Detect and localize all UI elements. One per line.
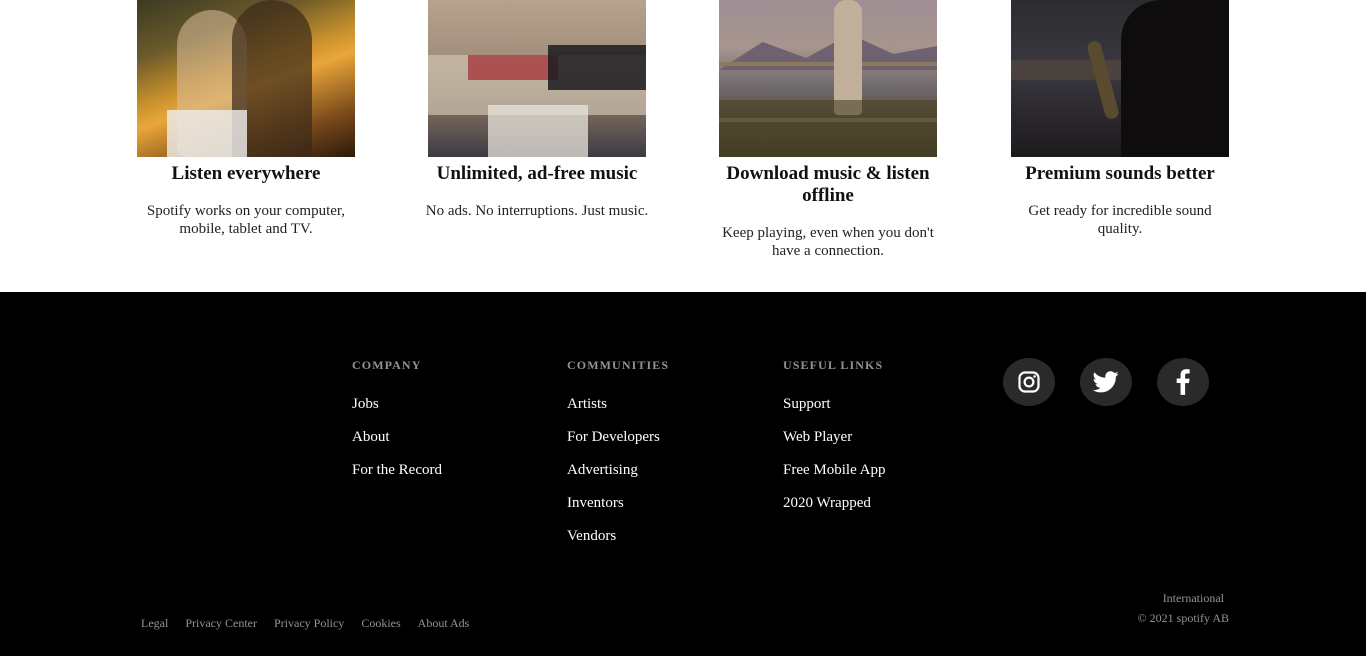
instagram-button[interactable] — [1003, 358, 1055, 406]
footer-link-web-player[interactable]: Web Player — [783, 429, 852, 445]
twitter-icon — [1093, 371, 1119, 393]
instagram-icon — [1018, 371, 1040, 393]
region-selector[interactable]: International — [1163, 591, 1224, 606]
legal-link-about-ads[interactable]: About Ads — [418, 616, 470, 631]
feature-card-download: Download music & listen offline Keep pla… — [719, 0, 937, 260]
feature-description: No ads. No interruptions. Just music. — [425, 203, 649, 219]
legal-link-privacy-center[interactable]: Privacy Center — [185, 616, 257, 631]
footer-link-for-developers[interactable]: For Developers — [567, 429, 660, 445]
footer-column-title: COMPANY — [352, 358, 422, 372]
feature-photo-mountains — [719, 0, 937, 157]
footer-link-list: Jobs About For the Record — [352, 395, 442, 494]
footer-link-list: Support Web Player Free Mobile App 2020 … — [783, 395, 886, 527]
features-section: Listen everywhere Spotify works on your … — [0, 0, 1366, 292]
footer-link-2020-wrapped[interactable]: 2020 Wrapped — [783, 495, 871, 511]
feature-title: Listen everywhere — [171, 163, 321, 184]
feature-photo-couple — [137, 0, 355, 157]
footer-link-jobs[interactable]: Jobs — [352, 396, 379, 412]
feature-title: Download music & listen offline — [726, 163, 930, 206]
footer-link-support[interactable]: Support — [783, 396, 831, 412]
footer-link-for-the-record[interactable]: For the Record — [352, 462, 442, 478]
feature-photo-saxophone — [1011, 0, 1229, 157]
legal-links: Legal Privacy Center Privacy Policy Cook… — [141, 616, 486, 631]
footer-column-title: COMMUNITIES — [567, 358, 670, 372]
twitter-button[interactable] — [1080, 358, 1132, 406]
footer-column-title: USEFUL LINKS — [783, 358, 884, 372]
footer-link-about[interactable]: About — [352, 429, 390, 445]
feature-description: Get ready for incredible sound quality. — [1028, 203, 1212, 237]
feature-card-listen-everywhere: Listen everywhere Spotify works on your … — [137, 0, 355, 238]
footer-link-inventors[interactable]: Inventors — [567, 495, 624, 511]
footer-link-vendors[interactable]: Vendors — [567, 528, 616, 544]
feature-title: Unlimited, ad-free music — [436, 163, 638, 184]
footer-link-free-mobile-app[interactable]: Free Mobile App — [783, 462, 886, 478]
feature-title: Premium sounds better — [1025, 163, 1215, 184]
facebook-icon — [1176, 369, 1190, 395]
footer-link-artists[interactable]: Artists — [567, 396, 607, 412]
feature-card-premium-sound: Premium sounds better Get ready for incr… — [1011, 0, 1229, 238]
footer-link-advertising[interactable]: Advertising — [567, 462, 638, 478]
feature-description: Spotify works on your computer, mobile, … — [146, 203, 346, 237]
feature-photo-couch — [428, 0, 646, 157]
footer-link-list: Artists For Developers Advertising Inven… — [567, 395, 660, 560]
site-footer: COMPANY Jobs About For the Record COMMUN… — [0, 292, 1366, 656]
facebook-button[interactable] — [1157, 358, 1209, 406]
feature-description: Keep playing, even when you don't have a… — [722, 225, 934, 259]
legal-link-privacy-policy[interactable]: Privacy Policy — [274, 616, 344, 631]
copyright-text: © 2021 spotify AB — [1137, 611, 1229, 625]
legal-link-legal[interactable]: Legal — [141, 616, 168, 631]
feature-card-unlimited: Unlimited, ad-free music No ads. No inte… — [426, 0, 648, 220]
legal-link-cookies[interactable]: Cookies — [361, 616, 400, 631]
